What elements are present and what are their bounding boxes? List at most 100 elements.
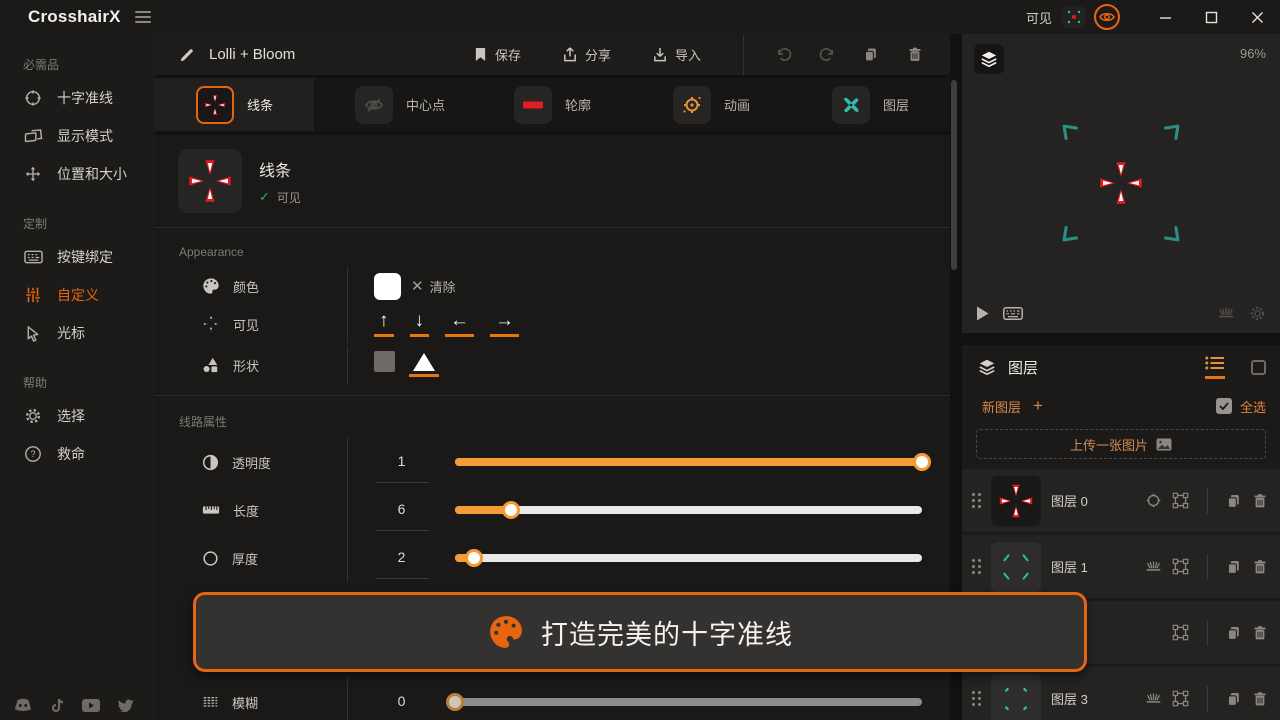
color-swatch-white[interactable] <box>374 273 401 300</box>
profile-name-edit[interactable]: Lolli + Bloom <box>155 46 474 63</box>
blur-label: 模糊 <box>232 693 258 712</box>
sidebar-item-cursor[interactable]: 光标 <box>0 314 155 352</box>
tiktok-icon[interactable] <box>48 696 66 714</box>
duplicate-layer-icon[interactable] <box>1226 559 1242 575</box>
drag-handle-icon[interactable] <box>972 559 981 574</box>
question-icon: ? <box>23 445 43 463</box>
layer-1-thumbnail[interactable] <box>991 542 1041 592</box>
duplicate-layer-icon[interactable] <box>1226 625 1242 641</box>
crosshair-settings-icon[interactable] <box>1145 492 1162 509</box>
bloom-settings-icon[interactable] <box>1145 690 1162 707</box>
drag-handle-icon[interactable] <box>972 691 981 706</box>
opacity-value[interactable]: 1 <box>375 453 429 483</box>
close-button[interactable] <box>1234 0 1280 34</box>
layer-row-1[interactable]: 图层 1 <box>962 535 1280 598</box>
drag-handle-icon[interactable] <box>972 493 981 508</box>
tab-center-dot[interactable]: 中心点 <box>314 78 473 131</box>
tab-animation[interactable]: 动画 <box>632 78 791 131</box>
visible-status[interactable]: ✓ 可见 <box>259 189 301 206</box>
visibility-eye-icon[interactable] <box>1094 4 1120 30</box>
tab-outline[interactable]: 轮廓 <box>473 78 632 131</box>
maximize-button[interactable] <box>1188 0 1234 34</box>
sidebar-item-position-size[interactable]: 位置和大小 <box>0 155 155 193</box>
delete-layer-icon[interactable] <box>1252 493 1268 509</box>
bloom-settings-icon[interactable] <box>1145 558 1162 575</box>
duplicate-layer-icon[interactable] <box>1226 493 1242 509</box>
list-view-toggle[interactable] <box>1205 356 1225 379</box>
tab-layers[interactable]: 图层 <box>791 78 950 131</box>
blur-slider[interactable] <box>455 698 922 706</box>
discord-icon[interactable] <box>14 696 32 714</box>
social-links <box>14 696 134 714</box>
sidebar-item-customize[interactable]: 自定义 <box>0 276 155 314</box>
sidebar-item-crosshair[interactable]: 十字准线 <box>0 79 155 117</box>
arrow-up-toggle[interactable]: ↑ <box>374 311 394 337</box>
new-layer-button[interactable]: 新图层 <box>982 397 1021 416</box>
minimize-button[interactable] <box>1142 0 1188 34</box>
layer-row-0[interactable]: 图层 0 <box>962 469 1280 532</box>
clear-color-button[interactable]: ✕ 清除 <box>411 277 456 296</box>
save-button[interactable]: 保存 <box>474 45 521 64</box>
sidebar-item-help[interactable]: ? 救命 <box>0 435 155 473</box>
delete-icon[interactable] <box>898 46 932 63</box>
arrow-down-toggle[interactable]: ↓ <box>410 311 430 337</box>
thickness-value[interactable]: 2 <box>375 549 429 579</box>
duplicate-icon[interactable] <box>854 46 888 63</box>
sidebar-item-options[interactable]: 选择 <box>0 397 155 435</box>
layers-panel-header: 图层 <box>962 345 1280 389</box>
blur-slider-thumb[interactable] <box>446 693 464 711</box>
shape-square-option[interactable] <box>374 351 395 372</box>
transform-icon[interactable] <box>1172 690 1189 707</box>
select-all-label[interactable]: 全选 <box>1240 397 1266 416</box>
twitter-icon[interactable] <box>116 696 134 714</box>
undo-icon[interactable] <box>766 47 800 62</box>
import-button[interactable]: 导入 <box>653 45 701 64</box>
redo-icon[interactable] <box>810 47 844 62</box>
layer-3-thumbnail[interactable] <box>991 674 1041 720</box>
mini-crosshair-icon[interactable] <box>1062 6 1086 28</box>
play-icon[interactable] <box>976 306 989 321</box>
length-slider[interactable] <box>455 506 922 514</box>
preview-settings-icon[interactable] <box>1249 305 1266 322</box>
youtube-icon[interactable] <box>82 696 100 714</box>
thickness-slider-thumb[interactable] <box>465 549 483 567</box>
length-slider-thumb[interactable] <box>502 501 520 519</box>
upload-image-button[interactable]: 上传一张图片 <box>976 429 1266 459</box>
transform-icon[interactable] <box>1172 558 1189 575</box>
thickness-slider[interactable] <box>455 554 922 562</box>
opacity-slider[interactable] <box>455 458 922 466</box>
add-layer-icon[interactable]: + <box>1033 396 1043 416</box>
delete-layer-icon[interactable] <box>1252 559 1268 575</box>
grid-view-toggle[interactable] <box>1251 360 1266 375</box>
select-all-checkbox[interactable] <box>1216 398 1232 414</box>
keyboard-test-icon[interactable] <box>1003 307 1023 320</box>
layer-name: 图层 1 <box>1051 557 1135 576</box>
transform-icon[interactable] <box>1172 492 1189 509</box>
layer-row-3[interactable]: 图层 3 <box>962 667 1280 720</box>
save-label: 保存 <box>495 45 521 64</box>
sidebar-section-help: 帮助 <box>0 352 155 397</box>
layer-0-thumbnail[interactable] <box>991 476 1041 526</box>
share-icon <box>563 47 577 62</box>
sidebar-item-keybinds[interactable]: 按键绑定 <box>0 238 155 276</box>
tab-lines[interactable]: 线条 <box>155 78 314 131</box>
share-button[interactable]: 分享 <box>563 45 611 64</box>
arrow-left-toggle[interactable]: ← <box>445 311 474 337</box>
opacity-slider-thumb[interactable] <box>913 453 931 471</box>
preview-bloom-icon[interactable] <box>1217 304 1235 322</box>
scrollbar-thumb[interactable] <box>951 80 957 270</box>
menu-icon[interactable] <box>135 11 151 23</box>
shape-triangle-option[interactable] <box>409 353 439 377</box>
shape-row: 形状 <box>155 343 950 387</box>
transform-icon[interactable] <box>1172 624 1189 641</box>
titlebar: Crosshair X 可见 <box>0 0 1280 34</box>
blur-value[interactable]: 0 <box>375 693 429 720</box>
duplicate-layer-icon[interactable] <box>1226 691 1242 707</box>
delete-layer-icon[interactable] <box>1252 691 1268 707</box>
length-value[interactable]: 6 <box>375 501 429 531</box>
sidebar-item-display-mode[interactable]: 显示模式 <box>0 117 155 155</box>
arrow-right-toggle[interactable]: → <box>490 311 519 337</box>
preview-layers-icon[interactable] <box>974 44 1004 74</box>
thickness-label: 厚度 <box>232 549 258 568</box>
delete-layer-icon[interactable] <box>1252 625 1268 641</box>
